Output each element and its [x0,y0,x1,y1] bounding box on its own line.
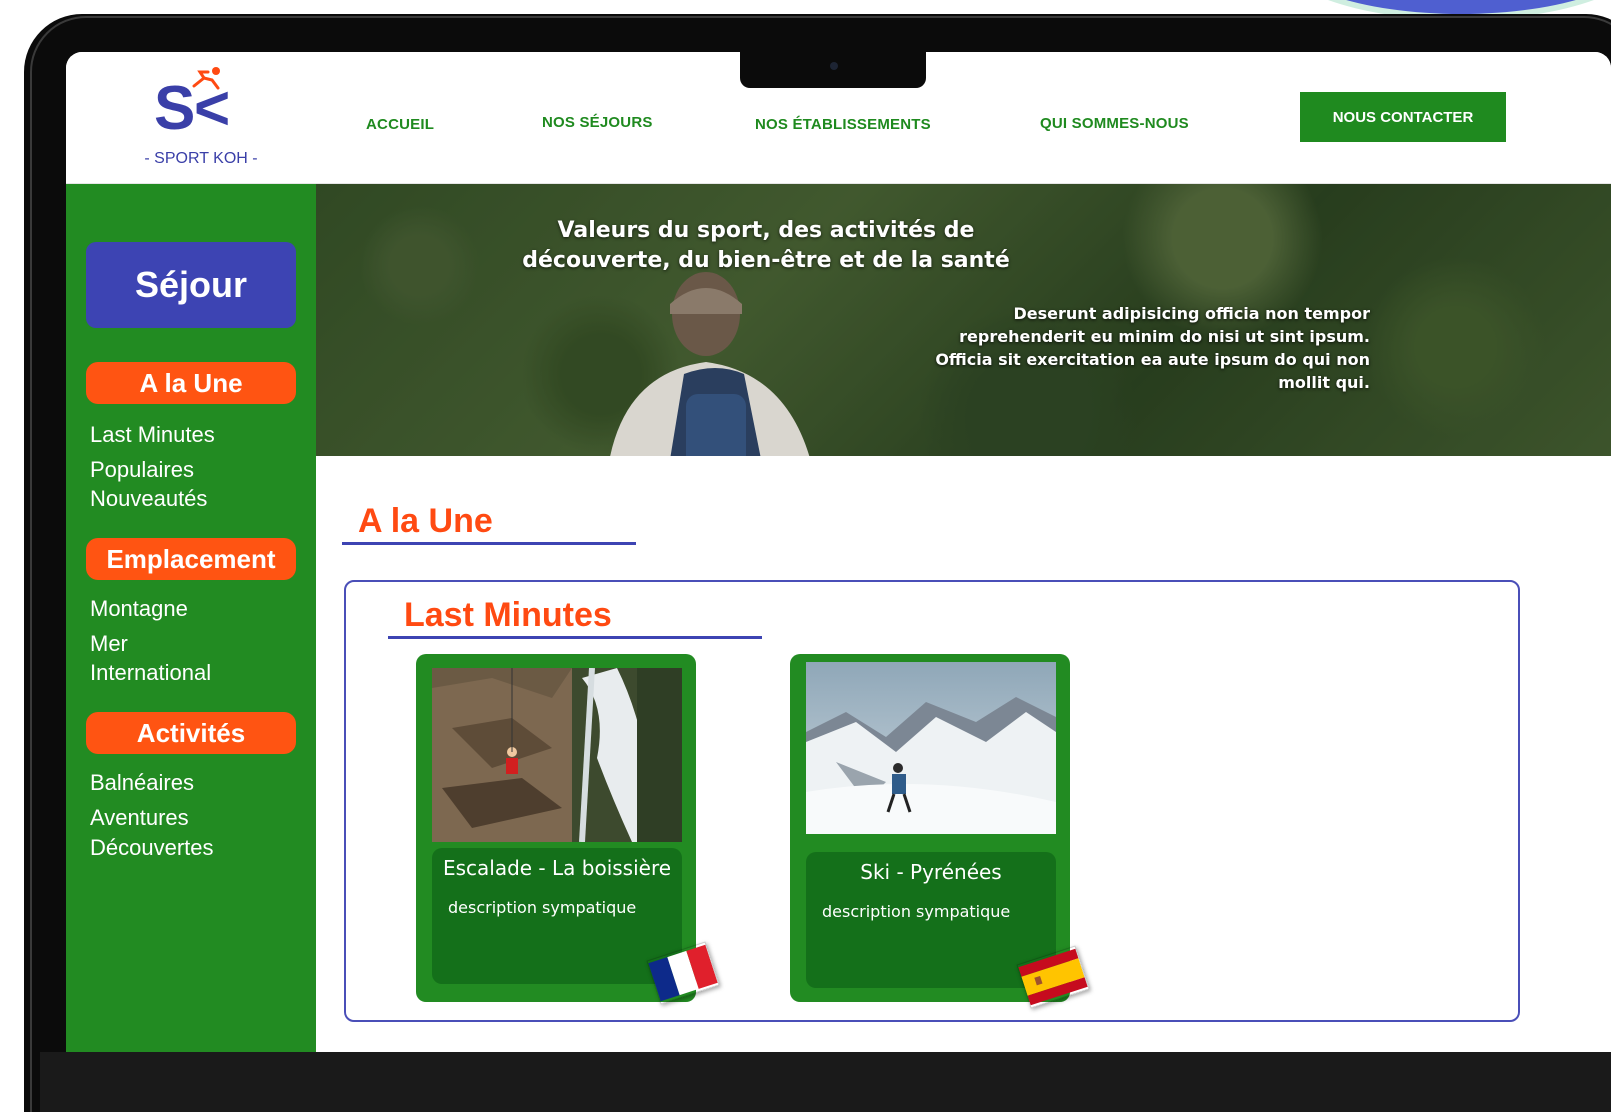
card-description: description sympatique [822,902,1011,921]
logo-tagline: - SPORT KOH - [144,150,258,167]
card-title: Escalade - La boissière [442,856,672,880]
card-body-escalade: Escalade - La boissière description symp… [432,848,682,984]
logo-letter-k: < [194,74,231,143]
hero-description: Deserunt adipisicing officia non tempor … [935,304,1370,392]
card-image-escalade [432,668,682,842]
hero-title: Valeurs du sport, des activités de décou… [522,218,1010,273]
ski-mountain-image [806,662,1056,834]
sidebar-item-aventures[interactable]: Aventures [90,805,189,831]
nav-accueil[interactable]: ACCUEIL [366,116,434,133]
sidebar-item-last-minutes[interactable]: Last Minutes [90,422,215,448]
subsection-underline [388,636,762,639]
sejour-button[interactable]: Séjour [86,242,296,328]
camera-icon [830,62,838,70]
last-minutes-panel: Last Minutes Escalade - La boissière des… [344,580,1520,1022]
laptop-screen: S < - SPORT KOH - ACCUEIL NOS SÉJOURS NO… [66,52,1611,1052]
sidebar-item-international[interactable]: International [90,660,211,686]
camera-notch [740,52,926,88]
laptop-bottom-bezel [40,1052,1611,1112]
section-underline [342,542,636,545]
sidebar-item-montagne[interactable]: Montagne [90,596,188,622]
subsection-title-last-minutes: Last Minutes [404,596,612,634]
sport-koh-logo[interactable]: S < - SPORT KOH - [136,66,266,176]
nav-nos-sejours[interactable]: NOS SÉJOURS [542,114,653,131]
contact-button[interactable]: NOUS CONTACTER [1300,92,1506,142]
card-description: description sympatique [448,898,637,917]
sidebar-item-decouvertes[interactable]: Découvertes [90,835,214,861]
sidebar-item-mer[interactable]: Mer [90,631,128,657]
sidebar: Séjour A la Une Last Minutes Populaires … [66,184,316,1052]
waterfall-climbing-image [432,668,682,842]
card-ski[interactable]: Ski - Pyrénées description sympatique [790,654,1090,1009]
card-image-ski [806,662,1056,834]
section-title-a-la-une: A la Une [358,502,493,540]
hero-banner: Valeurs du sport, des activités de décou… [316,184,1611,456]
sidebar-item-populaires[interactable]: Populaires [90,457,194,483]
sidebar-category-emplacement[interactable]: Emplacement [86,538,296,580]
logo-letter-s: S [154,74,196,143]
card-escalade[interactable]: Escalade - La boissière description symp… [416,654,720,1005]
sidebar-item-balneaires[interactable]: Balnéaires [90,770,194,796]
sidebar-category-a-la-une[interactable]: A la Une [86,362,296,404]
nav-qui-sommes-nous[interactable]: QUI SOMMES-NOUS [1040,115,1189,132]
card-title: Ski - Pyrénées [860,860,1002,884]
sidebar-category-activites[interactable]: Activités [86,712,296,754]
nav-nos-etablissements[interactable]: NOS ÉTABLISSEMENTS [755,116,931,133]
sidebar-item-nouveautes[interactable]: Nouveautés [90,486,207,512]
